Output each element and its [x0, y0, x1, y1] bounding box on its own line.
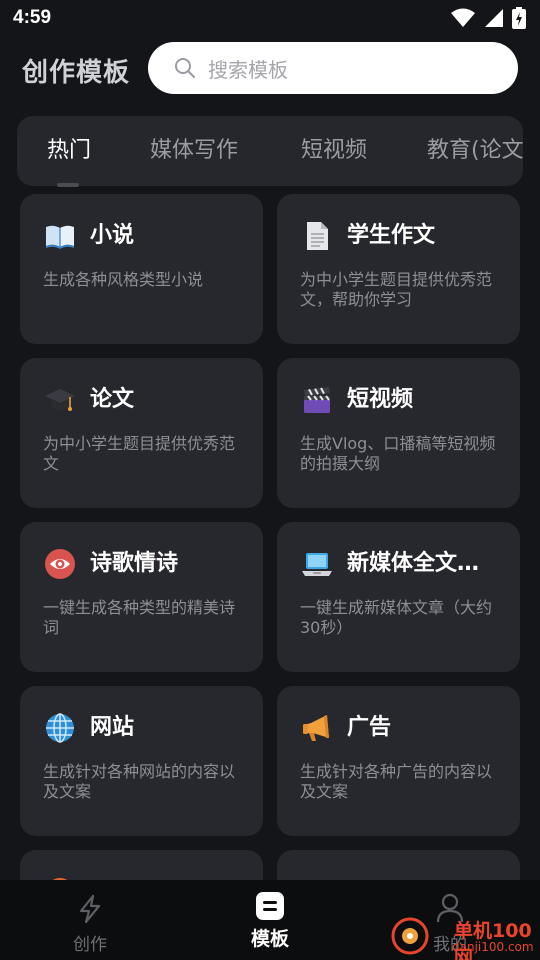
clapperboard-icon: [304, 387, 330, 413]
wifi-icon: [451, 8, 475, 27]
tab-media-writing[interactable]: 媒体写作: [150, 116, 238, 186]
search-placeholder: 搜索模板: [208, 57, 288, 82]
template-icon: [256, 892, 284, 920]
card-description: 生成各种风格类型小说: [43, 270, 204, 289]
card-poetry[interactable]: 诗歌情诗 一键生成各种类型的精美诗词: [20, 522, 263, 672]
card-title: 短视频: [347, 387, 414, 412]
card-novel[interactable]: 小说 生成各种风格类型小说: [20, 194, 263, 344]
card-title: 学生作文: [347, 223, 436, 248]
card-new-media-article[interactable]: 新媒体全文… 一键生成新媒体文章（大约30秒）: [277, 522, 520, 672]
page-title: 创作模板: [22, 58, 131, 88]
document-icon: [307, 222, 328, 250]
eye-icon: [45, 549, 75, 579]
search-input[interactable]: 搜索模板: [148, 42, 518, 94]
card-title: 广告: [347, 715, 392, 740]
card-paper[interactable]: 论文 为中小学生题目提供优秀范文: [20, 358, 263, 508]
megaphone-icon: [303, 715, 329, 741]
card-advertisement[interactable]: 广告 生成针对各种广告的内容以及文案: [277, 686, 520, 836]
active-tab-indicator: [57, 183, 79, 187]
tab-education[interactable]: 教育(论文: [427, 116, 523, 186]
card-description: 生成针对各种网站的内容以及文案: [43, 762, 236, 801]
signal-icon: [485, 9, 503, 27]
status-icons: [450, 7, 526, 29]
card-description: 生成Vlog、口播稿等短视频的拍摄大纲: [300, 434, 496, 473]
status-bar: 4:59: [0, 0, 540, 36]
watermark-url: danji100.com: [452, 940, 534, 954]
category-tabs: 热门 媒体写作 短视频 教育(论文: [17, 116, 523, 186]
card-student-essay[interactable]: 学生作文 为中小学生题目提供优秀范文，帮助你学习: [277, 194, 520, 344]
card-description: 一键生成新媒体文章（大约30秒）: [300, 598, 493, 637]
card-website[interactable]: 网站 生成针对各种网站的内容以及文案: [20, 686, 263, 836]
search-icon: [175, 58, 195, 78]
card-description: 为中小学生题目提供优秀范文，帮助你学习: [300, 270, 493, 309]
lightning-icon: [79, 894, 101, 924]
card-title: 网站: [90, 715, 135, 740]
header: 创作模板 搜索模板: [0, 42, 540, 94]
card-title: 小说: [90, 223, 135, 248]
nav-templates[interactable]: 模板: [210, 880, 330, 960]
nav-label: 模板: [250, 928, 289, 950]
card-partial[interactable]: [20, 850, 263, 880]
status-time: 4:59: [13, 7, 52, 28]
tab-hot[interactable]: 热门: [47, 116, 91, 186]
graduation-cap-icon: [45, 389, 75, 411]
card-description: 生成针对各种广告的内容以及文案: [300, 762, 493, 801]
globe-icon: [46, 713, 74, 743]
nav-label: 创作: [73, 935, 107, 955]
battery-icon: [512, 7, 526, 29]
tab-short-video[interactable]: 短视频: [301, 116, 367, 186]
card-partial[interactable]: [277, 850, 520, 880]
laptop-icon: [302, 553, 332, 576]
card-title: 诗歌情诗: [90, 551, 179, 576]
nav-create[interactable]: 创作: [30, 880, 150, 960]
card-title: 新媒体全文…: [347, 551, 480, 576]
card-short-video[interactable]: 短视频 生成Vlog、口播稿等短视频的拍摄大纲: [277, 358, 520, 508]
watermark-logo-icon: [391, 917, 429, 955]
template-grid: 小说 生成各种风格类型小说 学生作文 为中小学生题目提供优秀范文，帮助你学习 论…: [0, 194, 540, 880]
open-book-icon: [46, 225, 74, 249]
site-watermark: 单机100网 danji100.com: [388, 912, 540, 960]
card-description: 一键生成各种类型的精美诗词: [43, 598, 236, 637]
card-title: 论文: [90, 387, 135, 412]
card-description: 为中小学生题目提供优秀范文: [43, 434, 236, 473]
